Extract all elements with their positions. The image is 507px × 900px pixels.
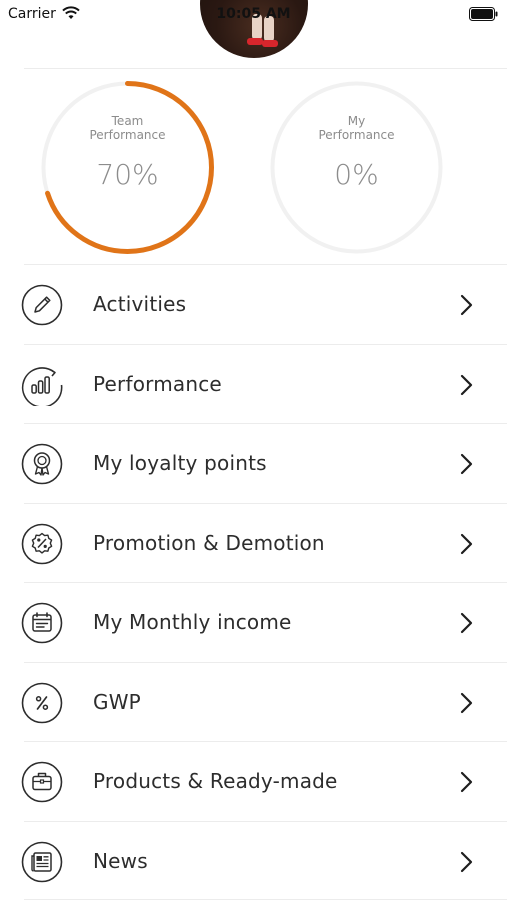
menu-item-label: News — [93, 848, 148, 873]
menu-item-label: Promotion & Demotion — [93, 530, 325, 555]
battery-icon — [469, 6, 499, 25]
menu-item-promotion-demotion[interactable]: Promotion & Demotion — [21, 502, 507, 583]
status-time: 10:05 AM — [216, 6, 291, 22]
calendar-icon — [21, 602, 63, 644]
chevron-right-icon — [459, 612, 473, 638]
menu-item-loyalty-points[interactable]: My loyalty points — [21, 423, 507, 503]
percent-badge-icon — [21, 523, 63, 565]
gauge-value: 0% — [334, 158, 379, 191]
chevron-right-icon — [459, 533, 473, 559]
menu-item-label: Activities — [93, 292, 187, 316]
menu-item-activities[interactable]: Activities — [21, 264, 507, 344]
newspaper-icon — [21, 841, 63, 883]
chevron-right-icon — [459, 692, 473, 718]
gauge-title: My Performance — [318, 114, 395, 142]
gauge-value: 70% — [96, 158, 159, 191]
menu-item-label: Products & Ready-made — [93, 769, 338, 793]
award-ribbon-icon — [21, 443, 63, 485]
menu-item-gwp[interactable]: GWP — [21, 661, 507, 742]
gauge-title: Team Performance — [89, 114, 166, 142]
menu-item-performance[interactable]: Performance — [21, 343, 507, 424]
main-menu: Activities Performance My loyalty points… — [0, 264, 507, 900]
chevron-right-icon — [459, 851, 473, 877]
percent-icon — [21, 682, 63, 724]
menu-item-label: My Monthly income — [93, 610, 292, 634]
performance-gauges: Team Performance 70% My Performance 0% — [0, 70, 507, 265]
my-performance-gauge[interactable]: My Performance 0% — [269, 80, 444, 255]
menu-item-label: GWP — [93, 689, 141, 714]
chevron-right-icon — [459, 374, 473, 400]
menu-item-news[interactable]: News — [21, 820, 507, 900]
menu-item-products-ready-made[interactable]: Products & Ready-made — [21, 741, 507, 821]
menu-item-monthly-income[interactable]: My Monthly income — [21, 582, 507, 662]
briefcase-icon — [21, 761, 63, 803]
team-performance-gauge[interactable]: Team Performance 70% — [40, 80, 215, 255]
bar-chart-icon — [21, 364, 63, 408]
menu-item-label: Performance — [93, 371, 222, 396]
pencil-icon — [21, 284, 63, 326]
chevron-right-icon — [459, 771, 473, 797]
divider — [24, 68, 507, 69]
menu-item-label: My loyalty points — [93, 451, 267, 475]
chevron-right-icon — [459, 453, 473, 479]
chevron-right-icon — [459, 294, 473, 320]
status-bar: Carrier 10:05 AM — [0, 0, 507, 28]
